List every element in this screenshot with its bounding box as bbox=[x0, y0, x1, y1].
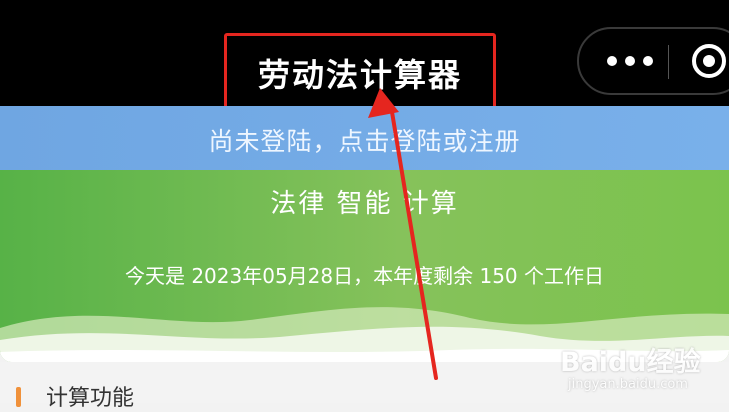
watermark-url: jingyan.baidu.com bbox=[568, 377, 688, 392]
more-dots-icon[interactable] bbox=[601, 47, 661, 75]
section-accent-bar bbox=[16, 387, 21, 407]
target-circle-icon[interactable] bbox=[692, 44, 726, 78]
login-prompt[interactable]: 尚未登陆，点击登陆或注册 bbox=[0, 122, 729, 158]
title-highlight-box: 劳动法计算器 bbox=[224, 33, 496, 109]
section-title: 计算功能 bbox=[46, 386, 135, 411]
baidu-watermark: Baidu经验 jingyan.baidu.com bbox=[560, 340, 725, 400]
title-bar: 劳动法计算器 bbox=[0, 0, 729, 109]
hero-card: 法律 智能 计算 今天是 2023年05月28日，本年度剩余 150 个工作日 bbox=[0, 140, 729, 362]
login-banner[interactable]: 尚未登陆，点击登陆或注册 bbox=[0, 106, 729, 170]
capsule-divider bbox=[668, 45, 669, 79]
mini-program-capsule[interactable] bbox=[577, 27, 729, 95]
watermark-logo-text: Baidu经验 bbox=[560, 347, 701, 378]
hero-date-line: 今天是 2023年05月28日，本年度剩余 150 个工作日 bbox=[124, 264, 605, 288]
page-title: 劳动法计算器 bbox=[257, 56, 462, 94]
hero-subtitle: 法律 智能 计算 bbox=[270, 189, 459, 219]
